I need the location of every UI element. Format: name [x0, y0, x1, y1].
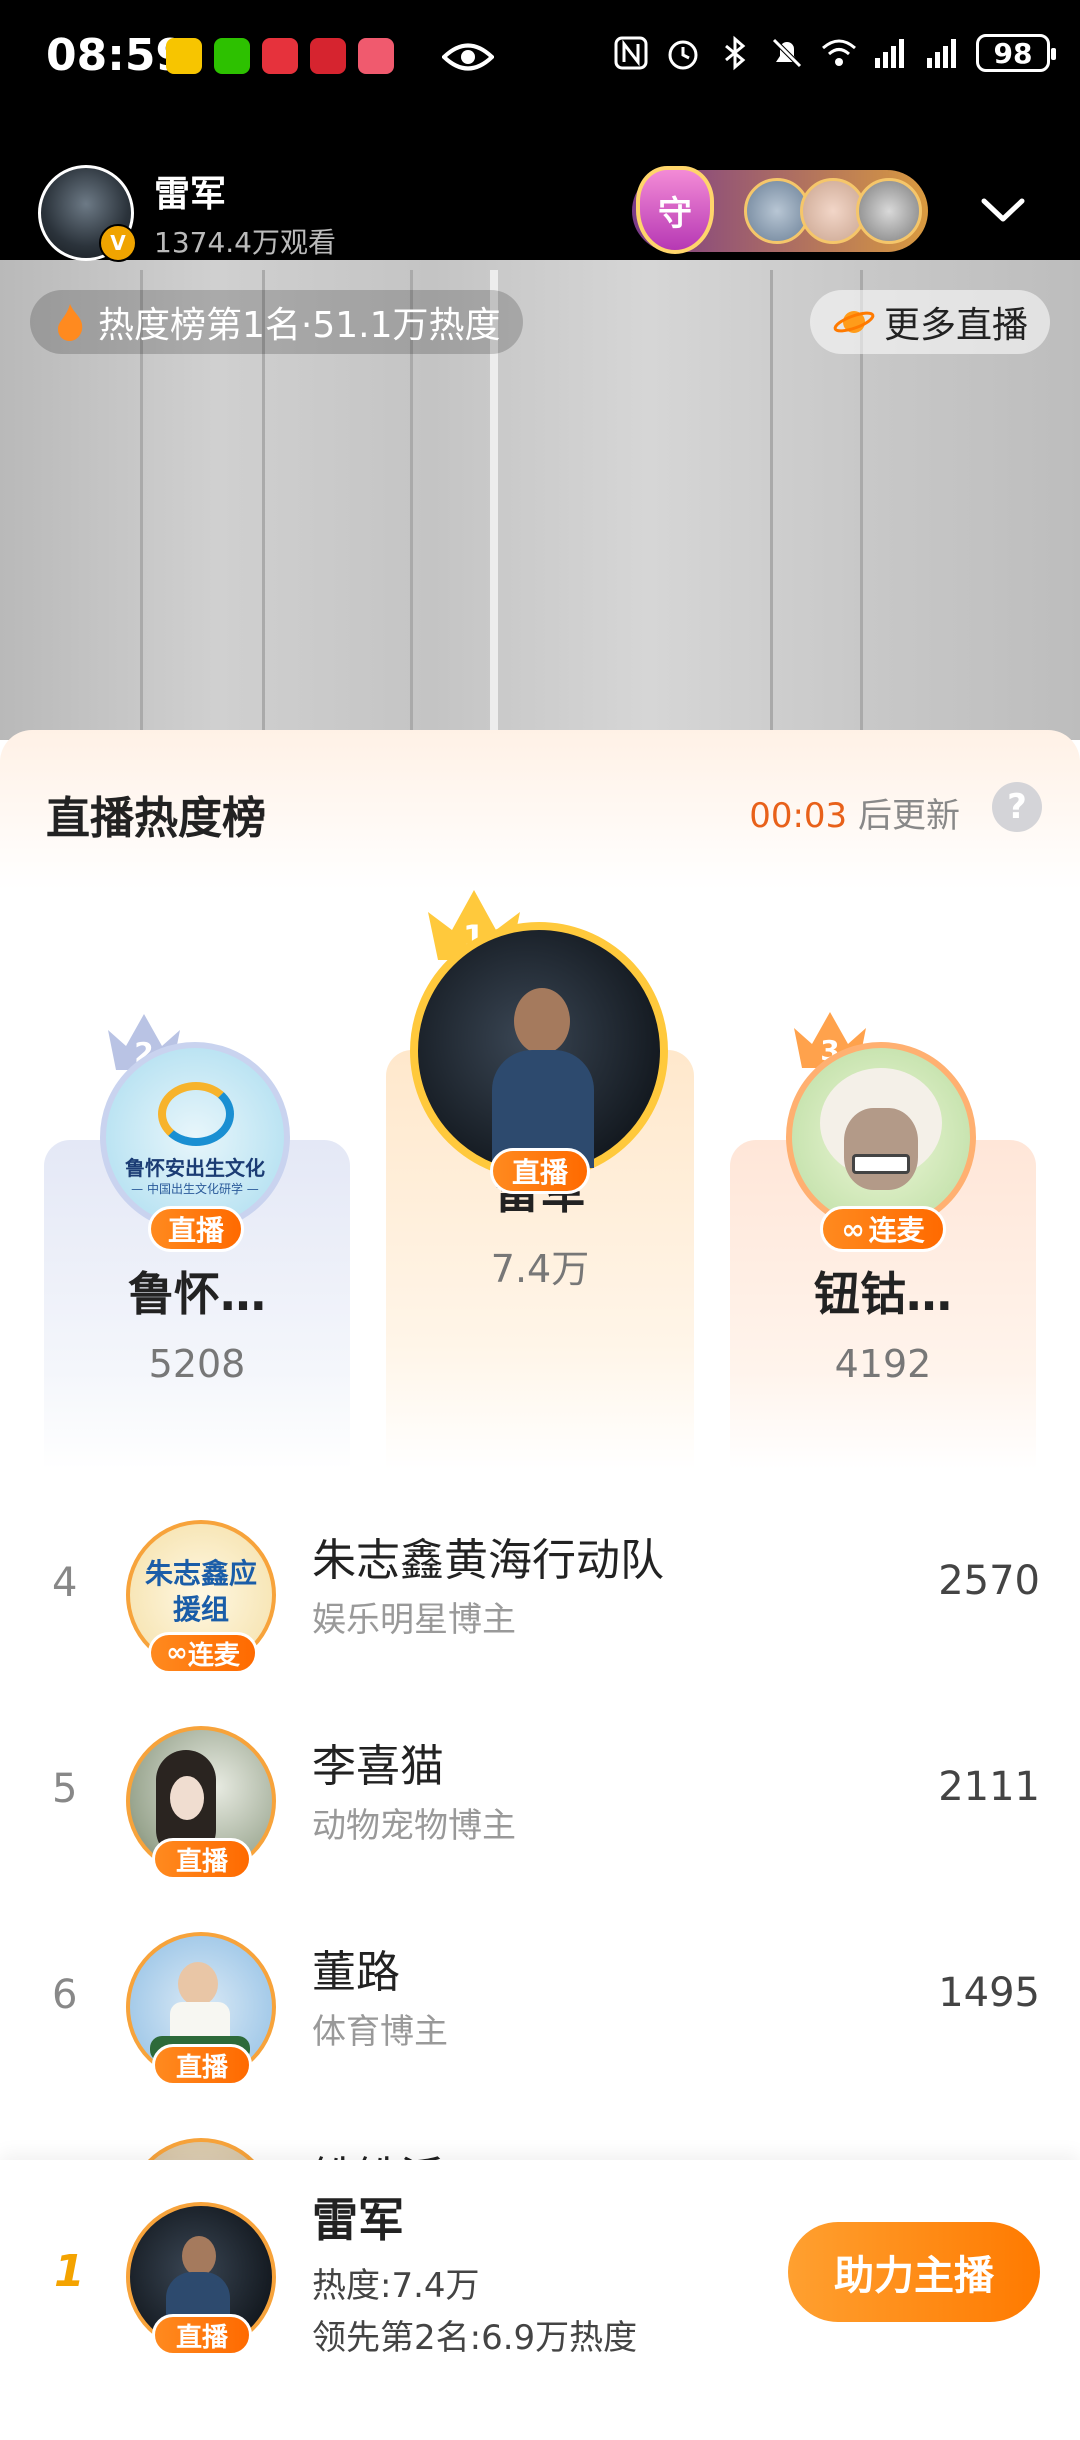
link-icon: ∞	[166, 1638, 188, 1668]
mute-icon	[772, 38, 802, 68]
system-icons: 98	[612, 34, 1056, 72]
rank-number: 4	[52, 1560, 78, 1606]
battery-indicator: 98	[976, 34, 1056, 72]
streamer-name: 雷军	[312, 2193, 404, 2247]
avatar-text: 朱志鑫应援组	[144, 1557, 257, 1626]
guard-avatars[interactable]: 守	[632, 166, 928, 254]
wifi-icon	[822, 39, 856, 66]
streamer-category: 体育博主	[312, 2012, 448, 2052]
rank-number: 6	[52, 1972, 78, 2018]
co-stream-badge: ∞ 连麦	[148, 1632, 258, 1674]
avatar[interactable]: V	[38, 165, 137, 262]
avatar[interactable]: 鲁怀安出生文化 — 中国出生文化研学 —	[100, 1042, 290, 1232]
app-icon	[358, 38, 394, 74]
streamer-name: 雷军	[154, 174, 227, 215]
update-countdown: 00:03 后更新	[749, 788, 960, 837]
wechat-icon	[214, 38, 250, 74]
podium-name: 鲁怀…	[128, 1267, 266, 1321]
list-item[interactable]: 6 直播 董路 体育博主 1495	[0, 1912, 1080, 2092]
verified-icon: V	[99, 224, 137, 262]
co-stream-label: 连麦	[868, 1214, 925, 1247]
live-badge: 直播	[152, 2314, 252, 2356]
streamer-category: 娱乐明星博主	[312, 1600, 516, 1640]
nfc-icon	[614, 36, 648, 70]
streamer-name: 李喜猫	[312, 1741, 444, 1792]
boost-streamer-button[interactable]: 助力主播	[788, 2222, 1040, 2322]
panel-title: 直播热度榜	[46, 793, 266, 844]
podium-value: 5208	[148, 1342, 246, 1386]
avatar-text: 鲁怀安出生文化	[125, 1156, 265, 1180]
avatar[interactable]	[786, 1042, 976, 1232]
co-stream-label: 连麦	[187, 1640, 240, 1671]
current-streamer-bar: 1 直播 雷军 热度:7.4万 领先第2名:6.9万热度 助力主播	[0, 2160, 1080, 2440]
more-live-label: 更多直播	[883, 305, 1028, 346]
heat-value: 2570	[938, 1558, 1040, 1604]
live-badge: 直播	[490, 1148, 590, 1194]
planet-icon	[833, 311, 875, 333]
chevron-down-icon[interactable]	[978, 185, 1028, 235]
streamer-info[interactable]: V 雷军 1374.4万观看	[38, 165, 336, 262]
heat-value: 2111	[938, 1764, 1040, 1810]
live-badge: 直播	[152, 2044, 252, 2086]
bank-icon	[310, 38, 346, 74]
heat-value: 热度:7.4万	[312, 2266, 480, 2306]
hot-rank-text: 热度榜第1名·51.1万热度	[98, 305, 501, 346]
fire-icon	[58, 304, 83, 341]
avatar-face	[514, 988, 570, 1054]
link-icon: ∞	[841, 1212, 865, 1246]
countdown-time: 00:03	[749, 796, 848, 836]
bluetooth-icon	[725, 35, 746, 71]
wall-seam	[770, 270, 773, 740]
viewer-count: 1374.4万观看	[154, 226, 336, 259]
lead-text: 领先第2名:6.9万热度	[312, 2318, 638, 2358]
more-live-button[interactable]: 更多直播	[809, 290, 1050, 354]
sheep-face	[844, 1108, 918, 1190]
list-item[interactable]: 5 直播 李喜猫 动物宠物博主 2111	[0, 1706, 1080, 1886]
live-badge: 直播	[148, 1206, 244, 1252]
heat-value: 1495	[938, 1970, 1040, 2016]
help-icon[interactable]: ?	[992, 782, 1042, 832]
podium-value: 7.4万	[490, 1247, 590, 1291]
status-bar: 08:59 98	[0, 0, 1080, 120]
streamer-name: 朱志鑫黄海行动队	[312, 1535, 664, 1586]
avatar-face	[170, 1776, 204, 1820]
app-icon	[262, 38, 298, 74]
avatar-face	[178, 1962, 218, 2006]
avatar-face	[182, 2236, 216, 2276]
guard-shield-icon: 守	[636, 166, 714, 254]
hot-rank-chip[interactable]: 热度榜第1名·51.1万热度	[30, 290, 523, 354]
live-badge: 直播	[152, 1838, 252, 1880]
eye-icon	[442, 43, 494, 71]
signal-icon	[927, 39, 956, 68]
countdown-suffix: 后更新	[858, 796, 960, 836]
avatar-subtext: — 中国出生文化研学 —	[131, 1182, 259, 1196]
co-stream-badge: ∞ 连麦	[820, 1206, 946, 1252]
notification-icons	[166, 38, 394, 74]
podium-name: 钮钴…	[814, 1267, 952, 1321]
streamer-category: 动物宠物博主	[312, 1806, 516, 1846]
list-item[interactable]: 4 朱志鑫应援组 ∞ 连麦 朱志鑫黄海行动队 娱乐明星博主 2570	[0, 1500, 1080, 1680]
avatar	[856, 178, 922, 244]
rank-number: 5	[52, 1766, 78, 1812]
logo-mark	[158, 1082, 234, 1146]
rank-number: 1	[54, 2246, 85, 2297]
streamer-name: 董路	[312, 1947, 400, 1998]
sheep-teeth	[852, 1154, 910, 1174]
alarm-icon	[668, 40, 698, 70]
weibo-icon	[166, 38, 202, 74]
avatar[interactable]	[410, 922, 668, 1180]
podium-value: 4192	[834, 1342, 932, 1386]
signal-icon	[875, 39, 904, 68]
